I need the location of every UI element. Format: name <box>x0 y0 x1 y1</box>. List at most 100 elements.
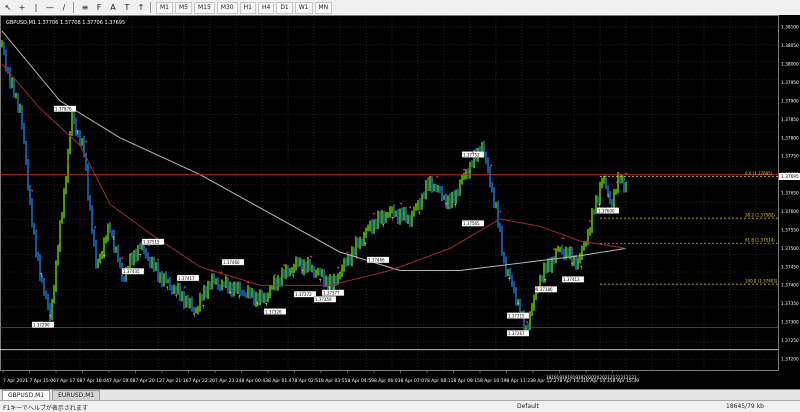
signal-marker: ✦ <box>588 219 592 225</box>
swing-label-text: 1.37460 <box>223 260 240 265</box>
swing-label-text: 1.37417 <box>178 276 195 281</box>
signal-marker: ✦ <box>246 280 250 286</box>
time-tick-label: 7 Apr 15:06 <box>30 378 57 384</box>
status-bar: F1キーでヘルプが表示されます Default 18645/79 kb <box>0 400 800 412</box>
price-tick-label: 1.37900 <box>781 98 799 104</box>
timeframe-button[interactable]: M1 <box>156 1 173 14</box>
signal-marker: ↑ <box>381 223 385 229</box>
signal-marker: ✦ <box>129 252 133 258</box>
signal-marker: ✦ <box>435 174 439 180</box>
signal-marker: ↑ <box>75 130 79 136</box>
fib-level-label: 0.0 (1.37695) <box>745 171 773 176</box>
price-tick-label: 1.38050 <box>781 43 799 49</box>
signal-marker: ✦ <box>471 151 475 157</box>
horizontal-line-icon[interactable]: — <box>44 2 56 13</box>
signal-marker: ↑ <box>255 302 259 308</box>
signal-marker: ✦ <box>84 139 88 145</box>
label-icon[interactable]: T <box>121 2 133 13</box>
timeframe-button[interactable]: M15 <box>194 1 215 14</box>
time-tick-label: 7 Apr 19:08 <box>109 378 136 384</box>
signal-marker: ✦ <box>615 180 619 186</box>
signal-marker: ↑ <box>417 211 421 217</box>
signal-marker: ✦ <box>147 243 151 249</box>
time-tick-label: 8 Apr 01:47 <box>268 378 295 384</box>
price-tick-label: 1.37850 <box>781 117 799 123</box>
time-tick-label: 7 Apr 2021 <box>3 378 28 384</box>
signal-marker: ✦ <box>66 160 70 166</box>
signal-marker: ↑ <box>453 203 457 209</box>
time-tick-label: 8 Apr 11:23 <box>507 378 534 384</box>
timeframe-button[interactable]: H1 <box>239 1 256 14</box>
signal-marker: ✦ <box>399 202 403 208</box>
price-tick-label: 1.37650 <box>781 191 799 197</box>
signal-marker: ↑ <box>174 294 178 300</box>
price-tick-label: 1.37250 <box>781 338 799 344</box>
signal-marker: ↑ <box>318 278 322 284</box>
signal-marker: ✦ <box>462 167 466 173</box>
signal-marker: ↑ <box>192 313 196 319</box>
signal-marker: ↑ <box>48 314 52 320</box>
signal-marker: ✦ <box>552 247 556 253</box>
time-tick-label: 7 Apr 22:20 <box>189 378 216 384</box>
time-tick-label: 8 Apr 15:39 <box>613 378 640 384</box>
signal-marker: ✦ <box>273 273 277 279</box>
text-icon[interactable]: A <box>107 2 119 13</box>
channel-icon[interactable]: ≡ <box>79 2 91 13</box>
signal-marker: ✦ <box>183 285 187 291</box>
trendline-icon[interactable]: / <box>58 2 70 13</box>
timeframe-button[interactable]: M5 <box>175 1 192 14</box>
swing-label-text: 1.37315 <box>508 313 525 318</box>
price-tick-label: 1.37450 <box>781 264 799 270</box>
price-chart[interactable]: 0.0 (1.37695) 38.2 (1.37582) 61.8 (1.37514… <box>0 15 800 389</box>
time-tick-label: 8 Apr 00:43 <box>242 378 269 384</box>
swing-label-text: 1.37267 <box>508 331 525 336</box>
signal-marker: ↑ <box>228 292 232 298</box>
status-profile: Default <box>517 403 539 410</box>
signal-marker: ✦ <box>561 236 565 242</box>
swing-label-text: 1.37565 <box>463 221 480 226</box>
chart-info-label: GBPUSD,M1 1.37706 1.37708 1.37706 1.3769… <box>6 20 125 26</box>
timeframe-button[interactable]: D1 <box>276 1 293 14</box>
price-tick-label: 1.37300 <box>781 320 799 326</box>
chart-canvas[interactable]: 0.0 (1.37695) 38.2 (1.37582) 61.8 (1.37514… <box>0 15 800 389</box>
fib-level-label: 61.8 (1.37514) <box>745 238 775 243</box>
time-tick-label: 7 Apr 23:24 <box>215 378 242 384</box>
price-tick-label: 1.38000 <box>781 62 799 68</box>
timeframe-button[interactable]: M30 <box>216 1 238 14</box>
plot-border <box>0 15 779 371</box>
signal-marker: ↑ <box>138 254 142 260</box>
swing-label-text: 1.37290 <box>33 323 50 328</box>
timeframe-button[interactable]: W1 <box>294 1 313 14</box>
chart-tabs: GBPUSD,M1 EURUSD,M1 <box>0 389 800 400</box>
signal-marker: ↑ <box>363 242 367 248</box>
timeframe-button[interactable]: H4 <box>257 1 275 14</box>
price-tick-label: 1.37500 <box>781 246 799 252</box>
signal-marker: ↑ <box>390 217 394 223</box>
price-tick-label: 1.37400 <box>781 283 799 289</box>
chart-tab[interactable]: GBPUSD,M1 <box>2 390 51 400</box>
signal-marker: ↑ <box>606 194 610 200</box>
swing-label-text: 1.37326 <box>265 309 282 314</box>
signal-marker: ↑ <box>102 255 106 261</box>
time-tick-label: 7 Apr 21:16 <box>162 378 189 384</box>
chart-tab[interactable]: EURUSD,M1 <box>52 390 101 400</box>
signal-marker: ↑ <box>264 303 268 309</box>
arrow-icon[interactable]: ↑ <box>135 2 147 13</box>
crosshair-icon[interactable]: + <box>16 2 28 13</box>
timeframe-button[interactable]: MN <box>314 1 333 14</box>
time-tick-label: 8 Apr 02:51 <box>295 378 322 384</box>
cursor-icon[interactable]: ↖ <box>2 2 14 13</box>
signal-marker: ↑ <box>300 269 304 275</box>
vertical-line-icon[interactable]: | <box>30 2 42 13</box>
signal-marker: ✦ <box>426 176 430 182</box>
signal-marker: ✦ <box>219 271 223 277</box>
signal-marker: ↑ <box>579 265 583 271</box>
current-price-label: 1.37695 <box>781 174 799 180</box>
signal-marker: ✦ <box>345 251 349 257</box>
signal-marker: ↑ <box>111 236 115 242</box>
time-tick-label: 7 Apr 20:12 <box>136 378 163 384</box>
fibonacci-icon[interactable]: F <box>93 2 105 13</box>
signal-marker: ✦ <box>210 268 214 274</box>
signal-marker: ↑ <box>39 272 43 278</box>
price-tick-label: 1.37750 <box>781 154 799 160</box>
